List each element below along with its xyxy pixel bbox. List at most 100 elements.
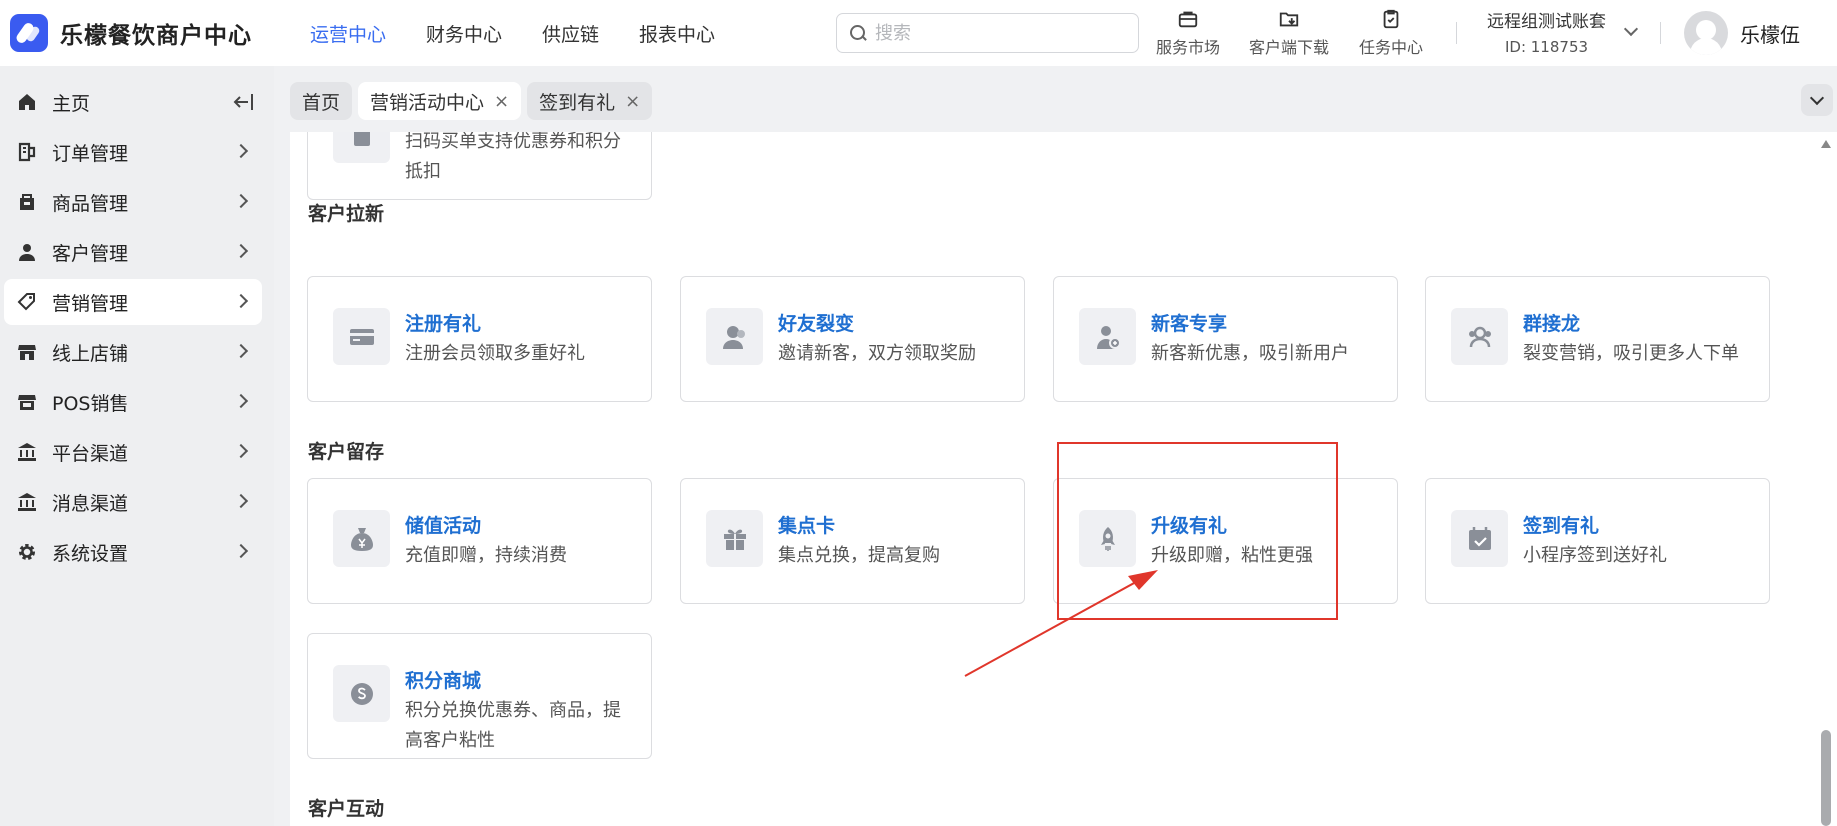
gift-icon [706,510,763,567]
sidebar-item-label: 主页 [52,92,91,115]
receipt-icon [333,132,390,163]
scrollbar-track[interactable] [1815,132,1837,826]
sidebar-item-message-channels[interactable]: 消息渠道 [4,479,262,525]
card-description: 扫码买单支持优惠券和积分抵扣 [405,132,621,182]
card-title: 集点卡 [778,515,836,537]
top-nav: 运营中心 财务中心 供应链 报表中心 [310,20,755,47]
group-icon [1451,308,1508,365]
pos-icon [16,391,38,413]
chevron-right-icon [233,293,249,309]
topnav-supply-chain[interactable]: 供应链 [542,20,599,47]
sidebar-item-settings[interactable]: 系统设置 [4,529,262,575]
gear-icon [16,541,38,563]
chevron-right-icon [233,193,249,209]
user-icon [16,241,38,263]
home-icon [16,91,38,113]
topnav-reports[interactable]: 报表中心 [639,20,715,47]
sidebar-item-orders[interactable]: 订单管理 [4,129,262,175]
clipboard-icon [1383,9,1399,29]
user-menu[interactable]: 乐檬伍 [1684,11,1800,55]
sidebar-item-marketing[interactable]: 营销管理 [4,279,262,325]
service-market-button[interactable]: 服务市场 [1156,8,1220,58]
card-description: 新客新优惠，吸引新用户 [1151,343,1349,364]
card-title: 升级有礼 [1151,515,1228,537]
card-friend-referral[interactable]: 好友裂变 邀请新客，双方领取奖励 [680,276,1025,402]
goods-icon [16,191,38,213]
search-icon [849,24,867,42]
card-points-card[interactable]: 集点卡 集点兑换，提高复购 [680,478,1025,604]
client-download-button[interactable]: 客户端下载 [1249,8,1329,58]
tab-home[interactable]: 首页 [290,82,353,120]
chevron-right-icon [233,543,249,559]
account-id: ID: 118753 [1504,38,1589,56]
tab-bar: 首页 营销活动中心 × 签到有礼 × [290,82,658,120]
card-title: 群接龙 [1523,313,1581,335]
card-points-mall[interactable]: 积分商城 积分兑换优惠券、商品，提高客户粘性 [307,633,652,759]
search-input[interactable] [875,22,1115,44]
sidebar-item-platform-channels[interactable]: 平台渠道 [4,429,262,475]
card-title: 签到有礼 [1523,515,1600,537]
account-switcher[interactable]: 远程组测试账套 ID: 118753 [1487,7,1606,56]
brand-logo[interactable]: 乐檬餐饮商户中心 [10,14,290,52]
tab-sign-in-gift[interactable]: 签到有礼 × [527,82,653,120]
card-description: 升级即赠，粘性更强 [1151,545,1313,566]
chevron-right-icon [233,243,249,259]
card-group-chain[interactable]: 群接龙 裂变营销，吸引更多人下单 [1425,276,1770,402]
scrollbar-thumb[interactable] [1821,730,1831,826]
card-description: 邀请新客，双方领取奖励 [778,343,976,364]
sidebar-item-goods[interactable]: 商品管理 [4,179,262,225]
sidebar-item-customers[interactable]: 客户管理 [4,229,262,275]
tab-menu-button[interactable] [1801,84,1833,116]
sidebar-item-online-store[interactable]: 线上店铺 [4,329,262,375]
briefcase-icon [1178,11,1198,28]
tool-label: 任务中心 [1359,38,1424,57]
tool-label: 客户端下载 [1249,38,1330,57]
bank-icon [16,491,38,513]
topnav-operations[interactable]: 运营中心 [310,20,386,47]
card-description: 注册会员领取多重好礼 [405,343,585,364]
card-title: 好友裂变 [778,313,855,335]
collapse-sidebar-icon[interactable] [232,92,254,112]
card-register-gift[interactable]: 注册有礼 注册会员领取多重好礼 [307,276,652,402]
card-description: 小程序签到送好礼 [1523,545,1667,566]
close-icon[interactable]: × [625,91,640,112]
tab-label: 营销活动中心 [370,91,485,114]
tab-label: 签到有礼 [539,91,616,114]
chevron-right-icon [233,143,249,159]
account-name: 远程组测试账套 [1487,12,1606,32]
card-description: 积分兑换优惠券、商品，提高客户粘性 [405,700,621,751]
tool-label: 服务市场 [1156,38,1221,57]
store-icon [16,341,38,363]
sidebar: 主页 订单管理 商品管理 客户管理 营销管理 线上店铺 POS销售 平台渠道 消 [0,66,274,826]
sidebar-item-label: 客户管理 [52,242,129,265]
scroll-up-icon[interactable] [1821,140,1831,148]
task-center-button[interactable]: 任务中心 [1359,8,1423,58]
sidebar-item-label: 订单管理 [52,142,129,165]
sidebar-item-label: 消息渠道 [52,492,129,515]
card-description: 裂变营销，吸引更多人下单 [1523,343,1739,364]
card-sign-in-gift[interactable]: 签到有礼 小程序签到送好礼 [1425,478,1770,604]
card-upgrade-gift[interactable]: 升级有礼 升级即赠，粘性更强 [1053,478,1398,604]
divider [1456,22,1457,44]
bank-icon [16,441,38,463]
coin-icon [333,665,390,722]
topnav-finance[interactable]: 财务中心 [426,20,502,47]
sidebar-item-label: POS销售 [52,392,129,415]
tab-marketing-center[interactable]: 营销活动中心 × [358,82,522,120]
friends-icon [706,308,763,365]
sidebar-item-pos[interactable]: POS销售 [4,379,262,425]
card-title: 储值活动 [405,515,482,537]
card-new-customer[interactable]: 新客专享 新客新优惠，吸引新用户 [1053,276,1398,402]
section-title-interaction: 客户互动 [308,798,385,820]
rocket-icon [1079,510,1136,567]
chevron-right-icon [233,343,249,359]
section-title-acquisition: 客户拉新 [308,203,385,225]
card-title: 积分商城 [405,670,482,692]
card-description: 集点兑换，提高复购 [778,545,940,566]
scan-pay-card[interactable]: 扫码买单支持优惠券和积分抵扣 [307,132,652,200]
card-stored-value[interactable]: 储值活动 充值即赠，持续消费 [307,478,652,604]
brand-name: 乐檬餐饮商户中心 [60,23,252,49]
close-icon[interactable]: × [494,91,509,112]
search-box[interactable] [836,13,1139,53]
sidebar-item-home[interactable]: 主页 [4,79,262,125]
